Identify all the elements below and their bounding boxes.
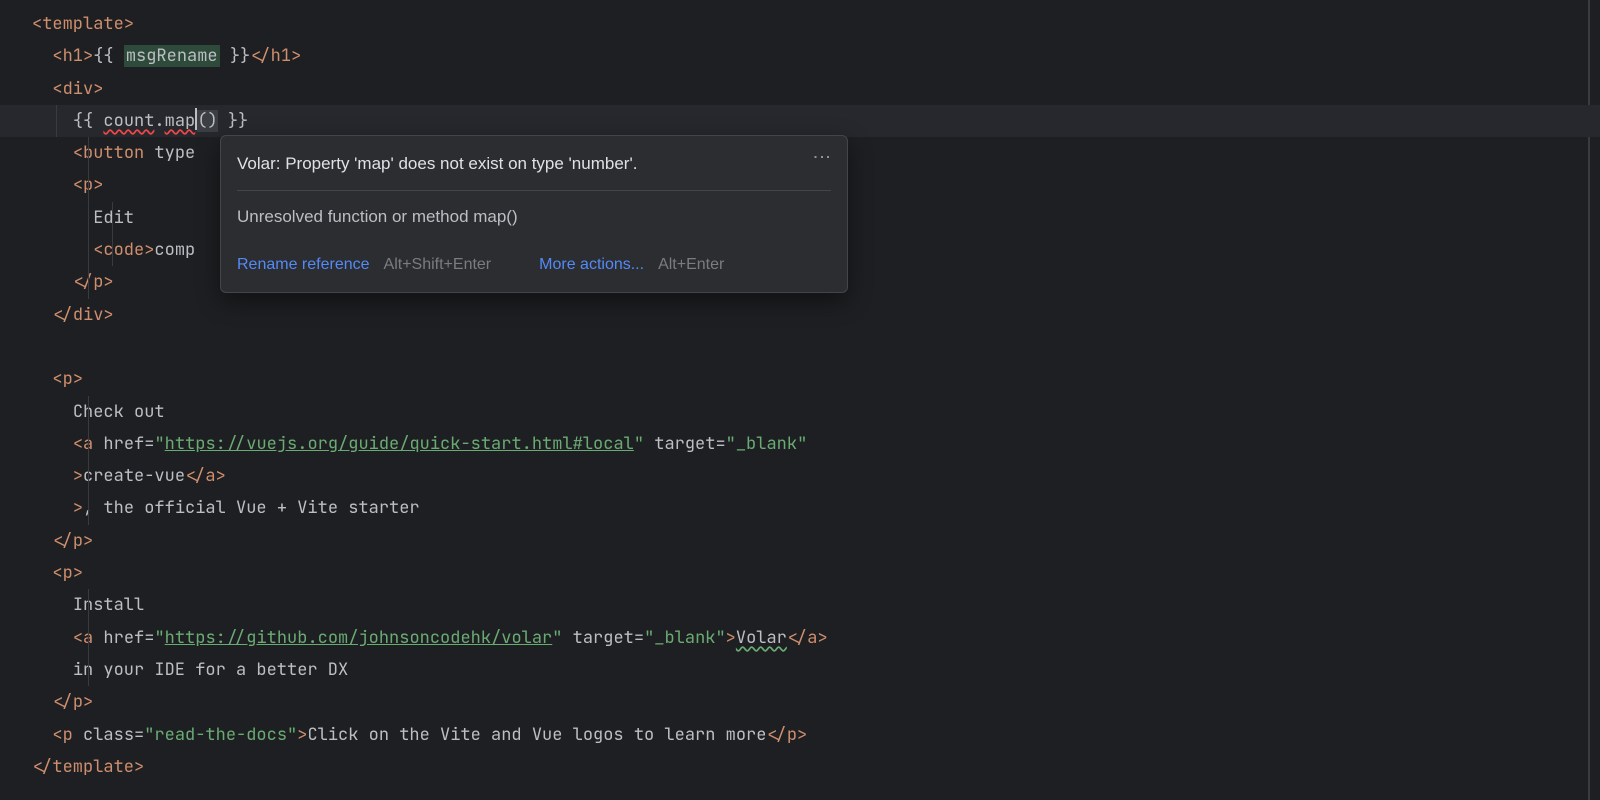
code-line[interactable]: <h1>{{ msgRename }}</h1> <box>32 40 1588 72</box>
code-line[interactable]: >, the official Vue + Vite starter <box>32 492 1588 524</box>
code-line[interactable]: </p> <box>32 525 1588 557</box>
code-editor[interactable]: <template> <h1>{{ msgRename }}</h1> <div… <box>0 0 1590 800</box>
code-line[interactable]: <p> <box>32 557 1588 589</box>
code-line[interactable]: Install <box>32 589 1588 621</box>
code-line[interactable]: </p> <box>32 686 1588 718</box>
code-line[interactable]: <div> <box>32 73 1588 105</box>
code-line[interactable]: </div> <box>32 299 1588 331</box>
error-message-secondary: Unresolved function or method map() <box>237 191 831 237</box>
error-message-primary: Volar: Property 'map' does not exist on … <box>237 148 637 180</box>
more-icon[interactable]: ⋮ <box>813 148 831 165</box>
shortcut-label: Alt+Enter <box>658 250 724 280</box>
code-line[interactable]: </template> <box>32 751 1588 783</box>
code-line[interactable]: >create-vue</a> <box>32 460 1588 492</box>
code-line-active[interactable]: {{ count.map() }} <box>0 105 1600 137</box>
code-line[interactable]: <p class="read-the-docs">Click on the Vi… <box>32 719 1588 751</box>
code-line[interactable] <box>32 331 1588 363</box>
more-actions-link[interactable]: More actions... <box>539 250 644 280</box>
shortcut-label: Alt+Shift+Enter <box>384 250 492 280</box>
code-line[interactable]: <a href="https://github.com/johnsoncodeh… <box>32 622 1588 654</box>
code-line[interactable]: <a href="https://vuejs.org/guide/quick-s… <box>32 428 1588 460</box>
code-line[interactable]: <p> <box>32 363 1588 395</box>
code-line[interactable]: in your IDE for a better DX <box>32 654 1588 686</box>
code-line[interactable]: <template> <box>32 8 1588 40</box>
rename-reference-link[interactable]: Rename reference <box>237 250 370 280</box>
code-line[interactable]: Check out <box>32 396 1588 428</box>
error-tooltip: Volar: Property 'map' does not exist on … <box>220 135 848 293</box>
